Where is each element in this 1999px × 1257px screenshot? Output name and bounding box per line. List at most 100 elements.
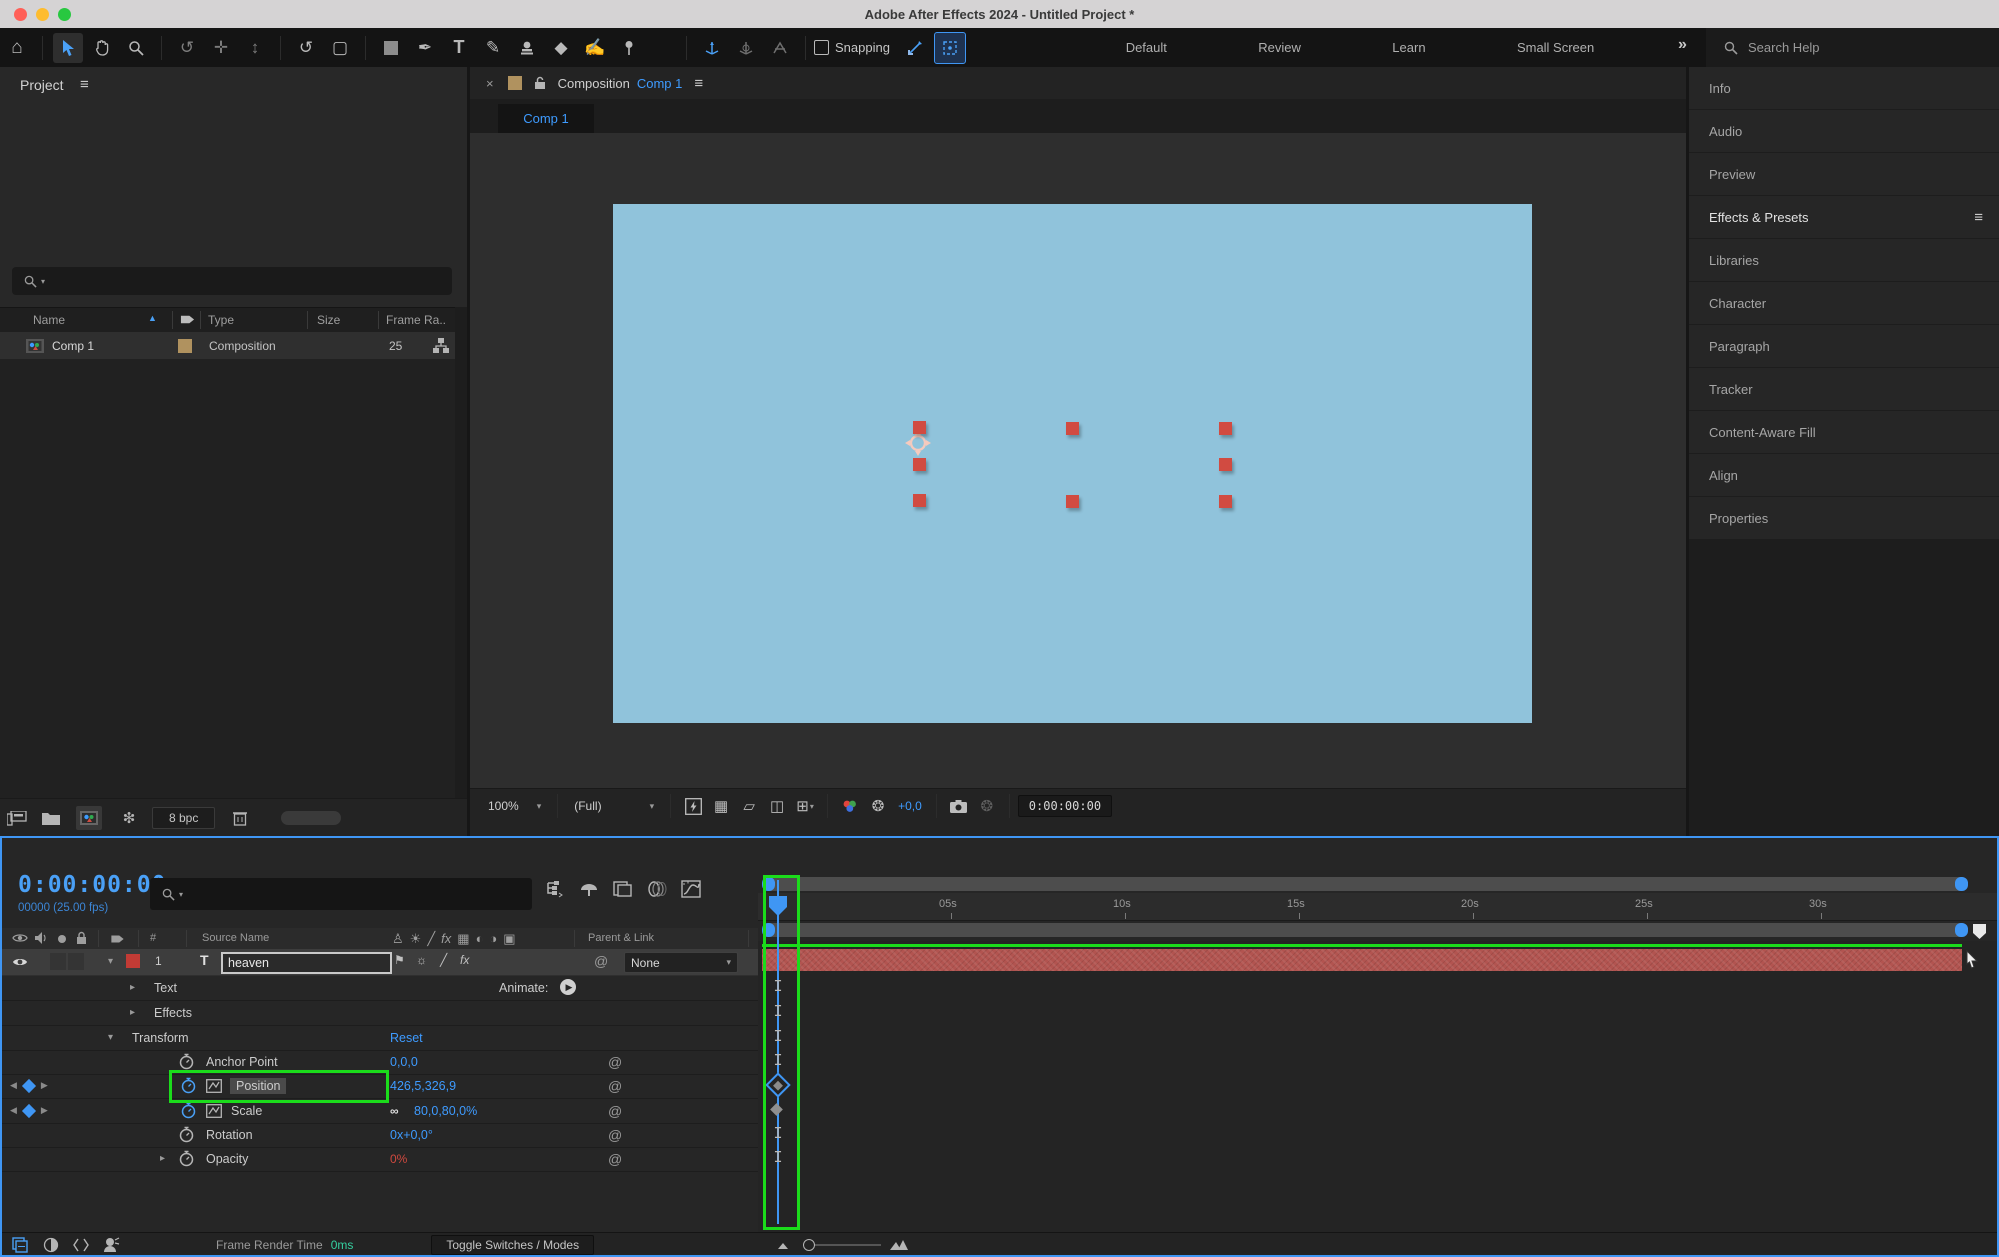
snap-along-edges-icon[interactable] <box>900 33 930 63</box>
panel-menu-icon[interactable]: ≡ <box>1974 209 1983 226</box>
brush-tool-icon[interactable]: ✎ <box>478 33 508 63</box>
workspace-default[interactable]: Default <box>1116 40 1177 55</box>
column-name[interactable]: Name <box>33 313 65 327</box>
solo-column-icon[interactable] <box>58 935 66 943</box>
layer-expand-chevron-icon[interactable]: ▾ <box>108 956 113 967</box>
project-scrollbar[interactable] <box>455 307 467 798</box>
label-swatch[interactable] <box>178 338 192 353</box>
comp-label-swatch[interactable] <box>507 76 522 90</box>
region-of-interest-icon[interactable]: ◫ <box>763 794 791 818</box>
view-layout-icon[interactable]: ⊞ ▾ <box>791 794 819 818</box>
sidebar-item-audio[interactable]: Audio <box>1689 110 1999 152</box>
sidebar-item-tracker[interactable]: Tracker <box>1689 368 1999 410</box>
draft-3d-icon[interactable] <box>579 880 599 898</box>
stopwatch-icon-active[interactable] <box>181 1102 196 1119</box>
unlock-icon[interactable] <box>534 76 546 90</box>
shape-tool-icon[interactable] <box>376 33 406 63</box>
position-row[interactable]: ◀ ▶ Position 426,5,326,9 @ <box>2 1073 758 1099</box>
sidebar-item-libraries[interactable]: Libraries <box>1689 239 1999 281</box>
camera-region-tool-icon[interactable]: ▢ <box>325 33 355 63</box>
add-keyframe-icon[interactable] <box>21 1103 36 1118</box>
composition-mini-flowchart-icon[interactable] <box>545 880 565 898</box>
interpret-footage-icon[interactable] <box>4 806 30 830</box>
toggle-switches-modes-button[interactable]: Toggle Switches / Modes <box>431 1234 595 1255</box>
transparency-grid-icon[interactable]: ▦ <box>707 794 735 818</box>
solo-cell[interactable] <box>68 953 84 970</box>
audio-column-icon[interactable] <box>34 931 47 945</box>
magnification-dropdown[interactable]: 100% ▾ <box>480 799 549 813</box>
graph-include-icon[interactable] <box>206 1079 222 1093</box>
workspace-small-screen[interactable]: Small Screen <box>1507 40 1604 55</box>
frame-blending-icon[interactable] <box>613 880 633 898</box>
project-panel-menu-icon[interactable]: ≡ <box>80 76 89 93</box>
opacity-row[interactable]: ▸ Opacity 0% @ <box>2 1146 758 1172</box>
anchor-point-row[interactable]: Anchor Point 0,0,0 @ <box>2 1049 758 1075</box>
stopwatch-icon-active[interactable] <box>181 1077 196 1094</box>
stopwatch-icon[interactable] <box>179 1150 194 1167</box>
graph-include-icon[interactable] <box>206 1104 222 1118</box>
sidebar-item-preview[interactable]: Preview <box>1689 153 1999 195</box>
workspace-learn[interactable]: Learn <box>1382 40 1435 55</box>
eye-icon[interactable] <box>12 956 28 968</box>
timeline-graph-area[interactable] <box>758 941 1997 1232</box>
video-column-icon[interactable] <box>12 932 28 944</box>
previous-keyframe-icon[interactable]: ◀ <box>10 1105 17 1116</box>
composition-canvas[interactable] <box>613 204 1532 723</box>
stopwatch-icon[interactable] <box>179 1053 194 1070</box>
parent-dropdown[interactable]: None ▾ <box>624 952 738 973</box>
layer-quality-icon[interactable]: ☼ <box>416 953 427 967</box>
snapping-checkbox[interactable] <box>814 40 829 55</box>
bit-depth-button[interactable]: 8 bpc <box>152 807 216 829</box>
graph-editor-icon[interactable] <box>681 880 701 898</box>
canvas-red-square[interactable] <box>913 421 926 434</box>
property-pickwhip-icon[interactable]: @ <box>608 1127 622 1143</box>
next-keyframe-icon[interactable]: ▶ <box>41 1105 48 1116</box>
timeline-zoom-control[interactable] <box>777 1238 909 1251</box>
project-renderer-icon[interactable]: ❇ <box>116 806 142 830</box>
view-axis-mode-icon[interactable] <box>765 33 795 63</box>
panel-menu-icon[interactable]: ≡ <box>694 75 703 92</box>
time-navigator-bar[interactable] <box>762 877 1968 891</box>
snapping-control[interactable]: Snapping <box>814 40 890 55</box>
orbit-camera-tool-icon[interactable]: ↺ <box>172 33 202 63</box>
fast-preview-icon[interactable] <box>679 794 707 818</box>
mask-visibility-icon[interactable]: ▱ <box>735 794 763 818</box>
show-snapshot-icon[interactable]: ❂ <box>973 794 1001 818</box>
sidebar-item-content-aware-fill[interactable]: Content-Aware Fill <box>1689 411 1999 453</box>
column-source-name[interactable]: Source Name <box>202 932 269 944</box>
pen-tool-icon[interactable]: ✒ <box>410 33 440 63</box>
layer-shy-icon[interactable]: ⚑ <box>394 953 405 967</box>
canvas-red-square[interactable] <box>1219 495 1232 508</box>
zoom-tool-icon[interactable] <box>121 33 151 63</box>
selection-tool-icon[interactable] <box>53 32 83 63</box>
resolution-dropdown[interactable]: (Full) ▾ <box>566 799 662 813</box>
local-axis-mode-icon[interactable] <box>697 33 727 63</box>
column-size[interactable]: Size <box>317 313 340 327</box>
add-keyframe-icon[interactable] <box>21 1078 36 1093</box>
adjustment-switch-icon[interactable]: ◑ <box>489 931 497 947</box>
audio-cell[interactable] <box>50 953 66 970</box>
project-item-comp1[interactable]: Comp 1 Composition 25 <box>0 332 455 359</box>
opacity-value[interactable]: 0% <box>390 1152 407 1166</box>
time-ruler[interactable]: 05s 10s 15s 20s 25s 30s <box>758 893 1997 921</box>
maximize-window-button[interactable] <box>58 8 71 21</box>
workspace-overflow-button[interactable]: » <box>1678 36 1687 54</box>
canvas-red-square[interactable] <box>913 494 926 507</box>
rotation-value[interactable]: 0x+0,0° <box>390 1128 433 1142</box>
world-axis-mode-icon[interactable] <box>731 33 761 63</box>
zoom-in-mountain-icon[interactable] <box>889 1239 909 1251</box>
sidebar-item-info[interactable]: Info <box>1689 67 1999 109</box>
exposure-value[interactable]: +0,0 <box>898 799 922 813</box>
column-type[interactable]: Type <box>208 313 234 327</box>
scale-value[interactable]: 80,0,80,0% <box>414 1104 477 1118</box>
position-value[interactable]: 426,5,326,9 <box>390 1079 456 1093</box>
collapse-switch-icon[interactable]: ☀ <box>410 931 422 947</box>
horizontal-scrollbar-thumb[interactable] <box>281 811 342 825</box>
lock-column-icon[interactable] <box>76 931 87 945</box>
canvas-red-square[interactable] <box>1066 422 1079 435</box>
dolly-camera-tool-icon[interactable]: ↕ <box>240 33 270 63</box>
property-pickwhip-icon[interactable]: @ <box>608 1054 622 1070</box>
expand-layers-icon[interactable] <box>12 1236 29 1253</box>
effects-group-row[interactable]: ▸ Effects <box>2 1000 758 1026</box>
minimize-window-button[interactable] <box>36 8 49 21</box>
